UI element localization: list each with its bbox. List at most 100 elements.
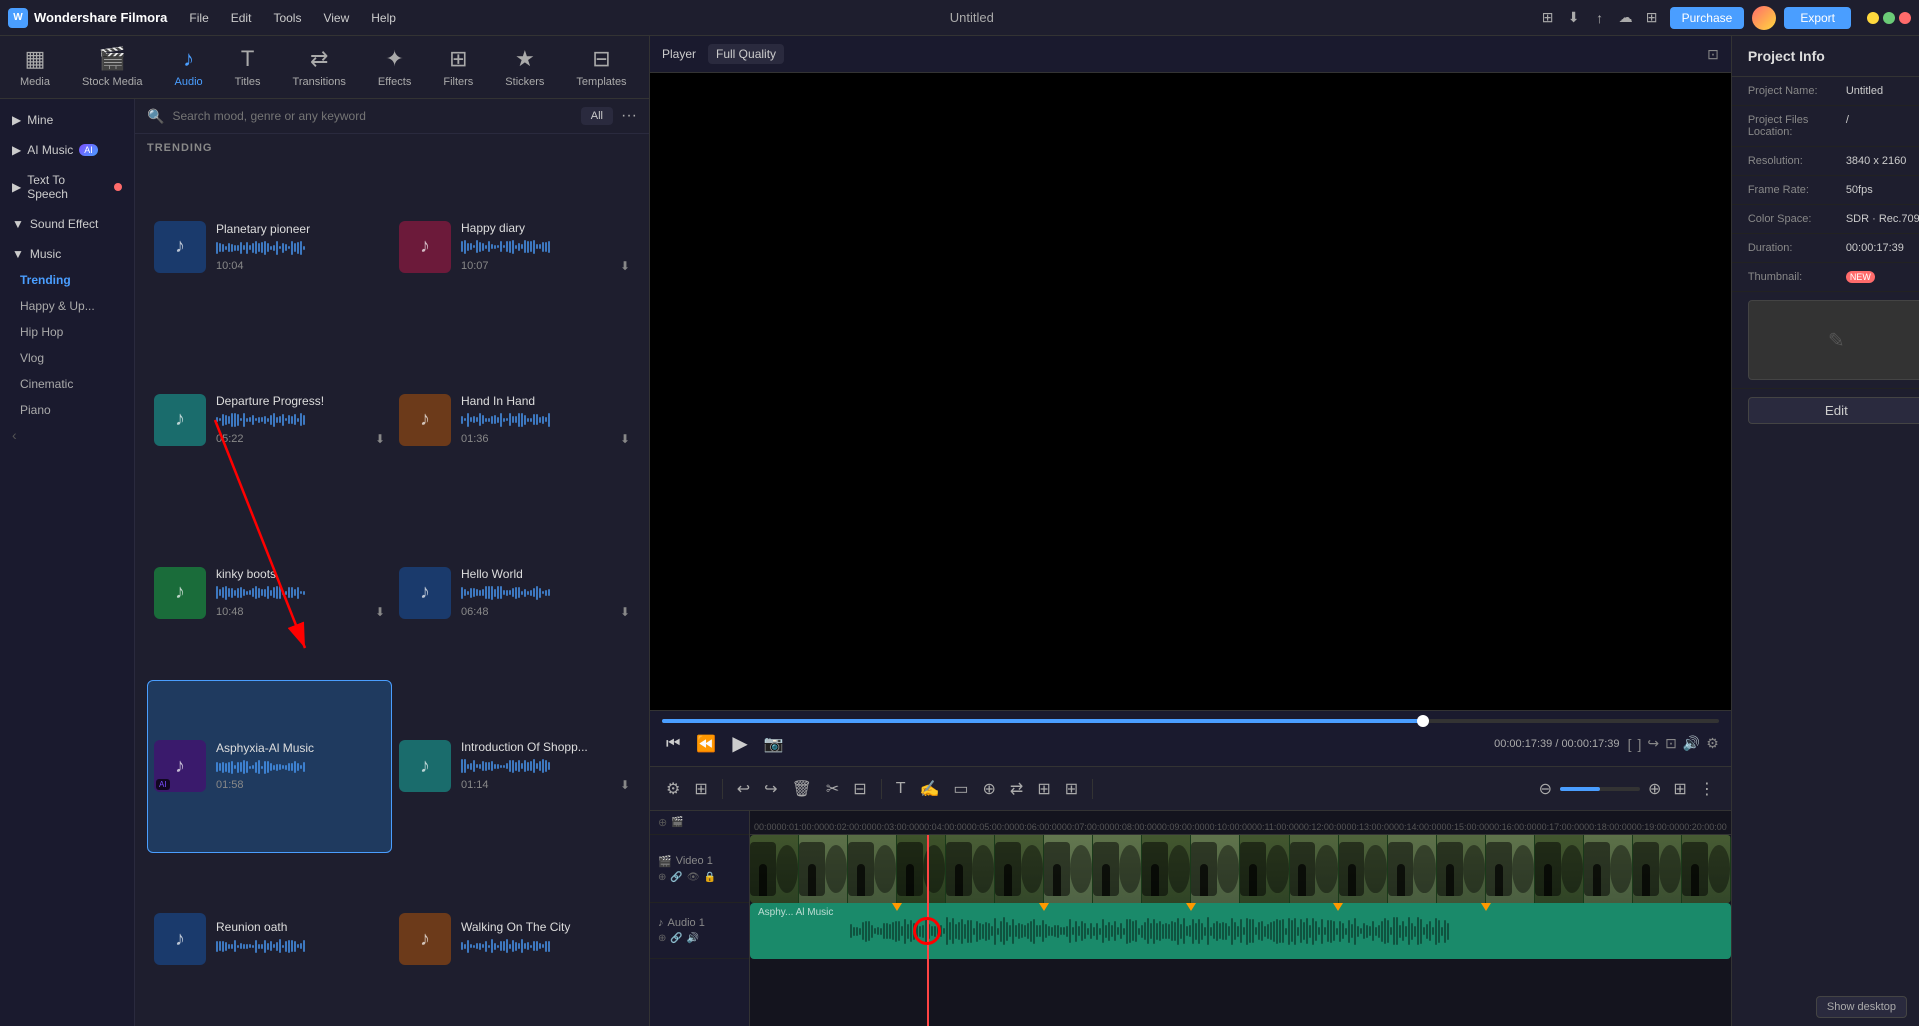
tl-grid-button[interactable]: ⊞ <box>1669 777 1690 801</box>
toolbar-effects[interactable]: ✦ Effects <box>370 42 419 92</box>
video1-eye-icon[interactable]: 👁 <box>687 872 700 883</box>
tl-text-button[interactable]: T <box>892 778 910 800</box>
mark-in-icon[interactable]: [ <box>1628 736 1632 752</box>
video1-lock-icon[interactable]: 🔒 <box>704 872 716 883</box>
filter-button[interactable]: All <box>581 107 613 125</box>
tl-zoom-out-button[interactable]: ⊖ <box>1535 777 1556 801</box>
audio-strip[interactable]: Asphy... Al Music <box>750 903 1731 959</box>
add-track-icon[interactable]: ⊕ <box>658 816 667 829</box>
progress-bar[interactable] <box>662 719 1719 723</box>
tl-settings-button[interactable]: ⚙ <box>662 777 684 801</box>
save-icon[interactable]: ⊞ <box>1538 8 1558 28</box>
toolbar-audio[interactable]: ♪ Audio <box>167 42 211 92</box>
tl-redo-button[interactable]: ↪ <box>760 777 781 801</box>
tl-undo-button[interactable]: ↩ <box>733 777 754 801</box>
sidebar-item-piano[interactable]: Piano <box>0 397 134 423</box>
tl-speed-button[interactable]: ⊞ <box>1033 777 1054 801</box>
download-icon-3[interactable]: ⬇ <box>375 432 385 446</box>
step-back-button[interactable]: ⏪ <box>692 732 720 756</box>
music-card-2[interactable]: ♪ Happy diary 10:07 ⬇ <box>392 160 637 333</box>
sidebar-collapse[interactable]: ‹ <box>0 423 134 447</box>
music-card-3[interactable]: ♪ Departure Progress! 05:22 ⬇ <box>147 333 392 506</box>
zoom-slider[interactable] <box>1560 787 1640 791</box>
download-icon-5[interactable]: ⬇ <box>375 605 385 619</box>
music-card-4[interactable]: ♪ Hand In Hand 01:36 ⬇ <box>392 333 637 506</box>
audio-icon-ctrl[interactable]: 🔊 <box>1683 735 1700 752</box>
toolbar-filters[interactable]: ⊞ Filters <box>435 42 481 92</box>
music-card-8[interactable]: ♪ Introduction Of Shopp... 01:14 ⬇ <box>392 680 637 853</box>
music-card-6[interactable]: ♪ Hello World 06:48 ⬇ <box>392 506 637 679</box>
purchase-button[interactable]: Purchase <box>1670 7 1745 29</box>
sidebar-ai-music[interactable]: ▶ AI Music AI <box>0 137 134 163</box>
rewind-button[interactable]: ⏮ <box>662 733 684 755</box>
toolbar-titles[interactable]: T Titles <box>227 42 269 92</box>
download-icon-4[interactable]: ⬇ <box>620 432 630 446</box>
tl-transform-button[interactable]: ⊕ <box>979 777 1000 801</box>
toolbar-stock-media[interactable]: 🎬 Stock Media <box>74 42 151 92</box>
menu-edit[interactable]: Edit <box>221 7 262 29</box>
minimize-button[interactable] <box>1867 12 1879 24</box>
sidebar-item-hiphop[interactable]: Hip Hop <box>0 319 134 345</box>
overlay-icon[interactable]: ⊡ <box>1665 735 1677 752</box>
share-icon[interactable]: ↑ <box>1590 8 1610 28</box>
music-card-1[interactable]: ♪ Planetary pioneer 10:04 <box>147 160 392 333</box>
tl-snap-button[interactable]: ⊞ <box>690 777 711 801</box>
download-icon-2[interactable]: ⬇ <box>620 259 630 273</box>
quality-select[interactable]: Full Quality <box>708 44 784 64</box>
more-options-icon[interactable]: ··· <box>621 107 637 125</box>
import-icon[interactable]: ⬇ <box>1564 8 1584 28</box>
sidebar-music[interactable]: ▼ Music <box>0 241 134 267</box>
toolbar-transitions[interactable]: ⇄ Transitions <box>285 42 354 92</box>
progress-handle[interactable] <box>1417 715 1429 727</box>
menu-file[interactable]: File <box>179 7 218 29</box>
tl-select-button[interactable]: ▭ <box>949 777 972 801</box>
music-card-9[interactable]: ♪ Reunion oath <box>147 853 392 1026</box>
snapshot-button[interactable]: 📷 <box>760 732 788 756</box>
video-strip[interactable] <box>750 835 1731 903</box>
edit-button[interactable]: Edit <box>1748 397 1919 424</box>
sidebar-item-trending[interactable]: Trending <box>0 267 134 293</box>
music-card-7[interactable]: ♪ AI Asphyxia-Al Music 01:58 <box>147 680 392 853</box>
close-button[interactable] <box>1899 12 1911 24</box>
audio1-link-icon[interactable]: 🔗 <box>670 933 682 944</box>
sidebar-mine[interactable]: ▶ Mine <box>0 107 134 133</box>
download-icon-8[interactable]: ⬇ <box>620 778 630 792</box>
tl-delete-button[interactable]: 🗑 <box>788 777 816 801</box>
mark-out-icon[interactable]: ] <box>1637 736 1641 752</box>
tl-more-button[interactable]: ⋮ <box>1695 777 1719 801</box>
tl-ripple-button[interactable]: ⇄ <box>1006 777 1027 801</box>
apps-icon[interactable]: ⊞ <box>1642 8 1662 28</box>
insert-icon[interactable]: ↪ <box>1647 735 1659 752</box>
sidebar-sfx[interactable]: ▼ Sound Effect <box>0 211 134 237</box>
play-button[interactable]: ▶ <box>728 729 751 758</box>
menu-help[interactable]: Help <box>361 7 406 29</box>
search-input[interactable] <box>172 109 572 123</box>
tl-audio-button[interactable]: ⊞ <box>1061 777 1082 801</box>
cloud-icon[interactable]: ☁ <box>1616 8 1636 28</box>
sidebar-item-vlog[interactable]: Vlog <box>0 345 134 371</box>
toolbar-stickers[interactable]: ★ Stickers <box>497 42 552 92</box>
toolbar-media[interactable]: ▦ Media <box>12 42 58 92</box>
show-desktop-button[interactable]: Show desktop <box>1816 996 1907 1018</box>
audio1-vol-icon[interactable]: 🔊 <box>687 933 699 944</box>
audio1-add-icon[interactable]: ⊕ <box>658 933 666 944</box>
tl-cut-button[interactable]: ✂ <box>822 777 843 801</box>
fullscreen-icon[interactable]: ⊡ <box>1707 46 1719 63</box>
tl-crop-button[interactable]: ⊟ <box>849 777 870 801</box>
menu-tools[interactable]: Tools <box>263 7 311 29</box>
tl-zoom-in-button[interactable]: ⊕ <box>1644 777 1665 801</box>
menu-view[interactable]: View <box>313 7 359 29</box>
export-button[interactable]: Export <box>1784 7 1851 29</box>
tl-annotate-button[interactable]: ✍ <box>915 777 943 801</box>
maximize-button[interactable] <box>1883 12 1895 24</box>
toolbar-templates[interactable]: ⊟ Templates <box>568 42 634 92</box>
sidebar-item-happy[interactable]: Happy & Up... <box>0 293 134 319</box>
video1-link-icon[interactable]: 🔗 <box>670 872 682 883</box>
music-card-5[interactable]: ♪ kinky boots 10:48 ⬇ <box>147 506 392 679</box>
settings-icon-ctrl[interactable]: ⚙ <box>1706 735 1719 752</box>
download-icon-6[interactable]: ⬇ <box>620 605 630 619</box>
sidebar-item-cinematic[interactable]: Cinematic <box>0 371 134 397</box>
video1-add-icon[interactable]: ⊕ <box>658 872 666 883</box>
user-avatar[interactable] <box>1752 6 1776 30</box>
sidebar-tts[interactable]: ▶ Text To Speech <box>0 167 134 207</box>
